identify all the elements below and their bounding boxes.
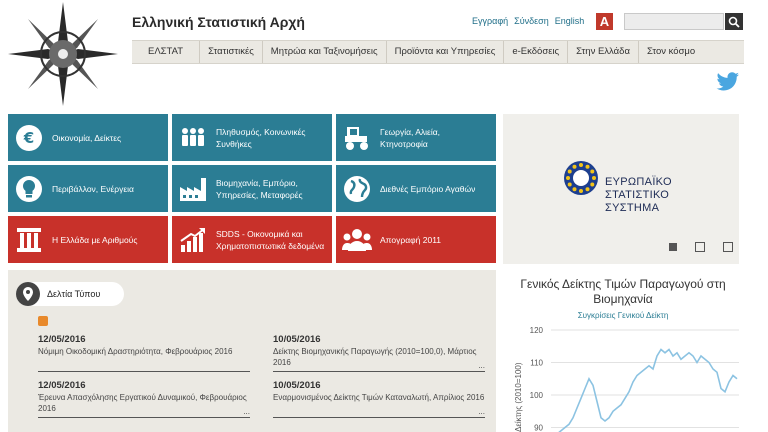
- ess-banner[interactable]: ΕΥΡΩΠΑΪΚΟ ΣΤΑΤΙΣΤΙΚΟ ΣΥΣΤΗΜΑ: [503, 114, 739, 264]
- nav-item-statistics[interactable]: Στατιστικές: [200, 41, 263, 63]
- tile-environment[interactable]: Περιβάλλον, Ενέργεια: [8, 165, 168, 212]
- main-nav: ΕΛΣΤΑΤ Στατιστικές Μητρώα και Ταξινομήσε…: [132, 40, 744, 64]
- tile-agriculture[interactable]: Γεωργία, Αλιεία, Κτηνοτροφία: [336, 114, 496, 161]
- chart-title: Γενικός Δείκτης Τιμών Παραγωγού στη Βιομ…: [520, 277, 726, 306]
- tile-greece-numbers[interactable]: Η Ελλάδα με Αριθμούς: [8, 216, 168, 263]
- press-title: Έρευνα Απασχόλησης Εργατικού Δυναμικού, …: [38, 393, 247, 413]
- nav-item-world[interactable]: Στον κόσμο: [639, 41, 703, 63]
- more-link[interactable]: ...: [243, 407, 250, 416]
- chart-up-icon: [178, 225, 208, 255]
- login-link[interactable]: Σύνδεση: [514, 16, 549, 26]
- press-item[interactable]: 10/05/2016 Δείκτης Βιομηχανικής Παραγωγή…: [273, 334, 485, 372]
- tile-label: Γεωργία, Αλιεία, Κτηνοτροφία: [380, 126, 441, 149]
- tractor-icon: [342, 123, 372, 153]
- press-date: 10/05/2016: [273, 380, 321, 391]
- y-axis-label: Δείκτης (2010=100): [514, 362, 523, 432]
- press-title: Νόμιμη Οικοδομική Δραστηριότητα, Φεβρουά…: [38, 347, 233, 356]
- y-tick-label: 120: [530, 326, 544, 335]
- tile-label: Περιβάλλον, Ενέργεια: [52, 183, 134, 194]
- location-pin-icon: [16, 282, 40, 306]
- press-item[interactable]: 12/05/2016 Νόμιμη Οικοδομική Δραστηριότη…: [38, 334, 250, 372]
- carousel-dot-3[interactable]: [723, 242, 733, 252]
- more-link[interactable]: ...: [478, 361, 485, 370]
- press-title: Εναρμονισμένος Δείκτης Τιμών Καταναλωτή,…: [273, 393, 485, 402]
- column-icon: [14, 225, 44, 255]
- rss-icon[interactable]: [38, 316, 48, 326]
- search-input[interactable]: [624, 13, 724, 30]
- chart-subtitle: Συγκρίσεις Γενικού Δείκτη: [577, 311, 669, 320]
- tile-industry[interactable]: Βιομηχανία, Εμπόριο, Υπηρεσίες, Μεταφορέ…: [172, 165, 332, 212]
- twitter-icon[interactable]: [716, 72, 740, 92]
- press-releases-tab[interactable]: Δελτία Τύπου: [16, 282, 124, 306]
- people-icon: [178, 123, 208, 153]
- ppi-line-chart: Δείκτης (2010=100) 90 100 110 120: [514, 326, 739, 432]
- search-button[interactable]: [725, 13, 743, 30]
- globe-icon: [342, 174, 372, 204]
- search-icon: [728, 16, 740, 28]
- y-tick-label: 90: [534, 424, 543, 432]
- tile-label: Οικονομία, Δείκτες: [52, 132, 122, 143]
- press-title: Δείκτης Βιομηχανικής Παραγωγής (2010=100…: [273, 347, 477, 367]
- group-icon: [342, 225, 372, 255]
- tile-label: Διεθνές Εμπόριο Αγαθών: [380, 183, 476, 194]
- factory-icon: [178, 174, 208, 204]
- y-tick-label: 100: [530, 391, 544, 400]
- press-releases-panel: Δελτία Τύπου 12/05/2016 Νόμιμη Οικοδομικ…: [8, 270, 496, 432]
- tile-label: Πληθυσμός, Κοινωνικές Συνθήκες: [216, 126, 306, 149]
- press-date: 10/05/2016: [273, 334, 321, 345]
- elstat-logo[interactable]: [8, 2, 118, 106]
- ess-text: ΕΥΡΩΠΑΪΚΟ ΣΤΑΤΙΣΤΙΚΟ ΣΥΣΤΗΜΑ: [605, 176, 672, 215]
- ess-line: ΕΥΡΩΠΑΪΚΟ: [605, 176, 672, 188]
- carousel-dot-1[interactable]: [669, 243, 677, 251]
- site-title[interactable]: Ελληνική Στατιστική Αρχή: [132, 14, 305, 30]
- press-item[interactable]: 12/05/2016 Έρευνα Απασχόλησης Εργατικού …: [38, 380, 250, 418]
- ess-line: ΣΥΣΤΗΜΑ: [605, 202, 660, 214]
- tile-label: Απογραφή 2011: [380, 234, 442, 245]
- nav-item-products[interactable]: Προϊόντα και Υπηρεσίες: [387, 41, 505, 63]
- register-link[interactable]: Εγγραφή: [472, 16, 508, 26]
- ess-line: ΣΤΑΤΙΣΤΙΚΟ: [605, 189, 670, 201]
- carousel-dot-2[interactable]: [695, 242, 705, 252]
- accessibility-icon[interactable]: A: [596, 13, 613, 30]
- more-link[interactable]: ...: [478, 407, 485, 416]
- tile-census[interactable]: Απογραφή 2011: [336, 216, 496, 263]
- nav-item-e-publications[interactable]: e-Εκδόσεις: [504, 41, 569, 63]
- tile-sdds[interactable]: SDDS - Οικονομικά και Χρηματοπιστωτικά δ…: [172, 216, 332, 263]
- press-date: 12/05/2016: [38, 380, 86, 391]
- tile-label: Η Ελλάδα με Αριθμούς: [52, 234, 138, 245]
- nav-item-registers[interactable]: Μητρώα και Ταξινομήσεις: [263, 41, 387, 63]
- tile-trade[interactable]: Διεθνές Εμπόριο Αγαθών: [336, 165, 496, 212]
- english-link[interactable]: English: [555, 16, 585, 26]
- tile-label: SDDS - Οικονομικά και Χρηματοπιστωτικά δ…: [216, 228, 325, 251]
- category-tiles: € Οικονομία, Δείκτες Πληθυσμός, Κοινωνικ…: [8, 114, 496, 264]
- series-line: [558, 348, 738, 432]
- ppi-chart-panel: Γενικός Δείκτης Τιμών Παραγωγού στη Βιομ…: [503, 270, 743, 432]
- lightbulb-icon: [14, 174, 44, 204]
- nav-item-elstat[interactable]: ΕΛΣΤΑΤ: [132, 41, 201, 63]
- euro-icon: €: [14, 123, 44, 153]
- press-tab-label: Δελτία Τύπου: [47, 289, 101, 299]
- tile-population[interactable]: Πληθυσμός, Κοινωνικές Συνθήκες: [172, 114, 332, 161]
- y-tick-label: 110: [530, 359, 543, 368]
- tile-label: Βιομηχανία, Εμπόριο, Υπηρεσίες, Μεταφορέ…: [216, 177, 303, 200]
- eu-stars-icon: [564, 161, 598, 195]
- page: Ελληνική Στατιστική Αρχή Εγγραφή Σύνδεση…: [0, 0, 768, 432]
- top-links: Εγγραφή Σύνδεση English: [472, 16, 584, 26]
- tile-economy[interactable]: € Οικονομία, Δείκτες: [8, 114, 168, 161]
- svg-text:€: €: [23, 129, 34, 147]
- press-date: 12/05/2016: [38, 334, 86, 345]
- press-item[interactable]: 10/05/2016 Εναρμονισμένος Δείκτης Τιμών …: [273, 380, 485, 418]
- nav-item-greece[interactable]: Στην Ελλάδα: [568, 41, 639, 63]
